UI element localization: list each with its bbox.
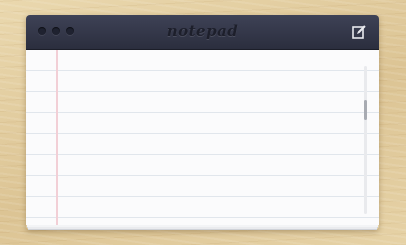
- margin-line: [56, 50, 58, 225]
- note-paper: [26, 50, 379, 225]
- scrollbar-thumb[interactable]: [364, 100, 367, 120]
- title-bar: notepad: [26, 15, 379, 50]
- scrollbar[interactable]: [364, 66, 367, 214]
- notepad-window: notepad: [26, 15, 379, 230]
- note-text-area[interactable]: [64, 50, 357, 225]
- new-note-button[interactable]: [351, 24, 367, 40]
- app-title: notepad: [166, 22, 239, 40]
- edit-icon: [352, 25, 366, 39]
- page-stack-edge-lower: [28, 227, 377, 230]
